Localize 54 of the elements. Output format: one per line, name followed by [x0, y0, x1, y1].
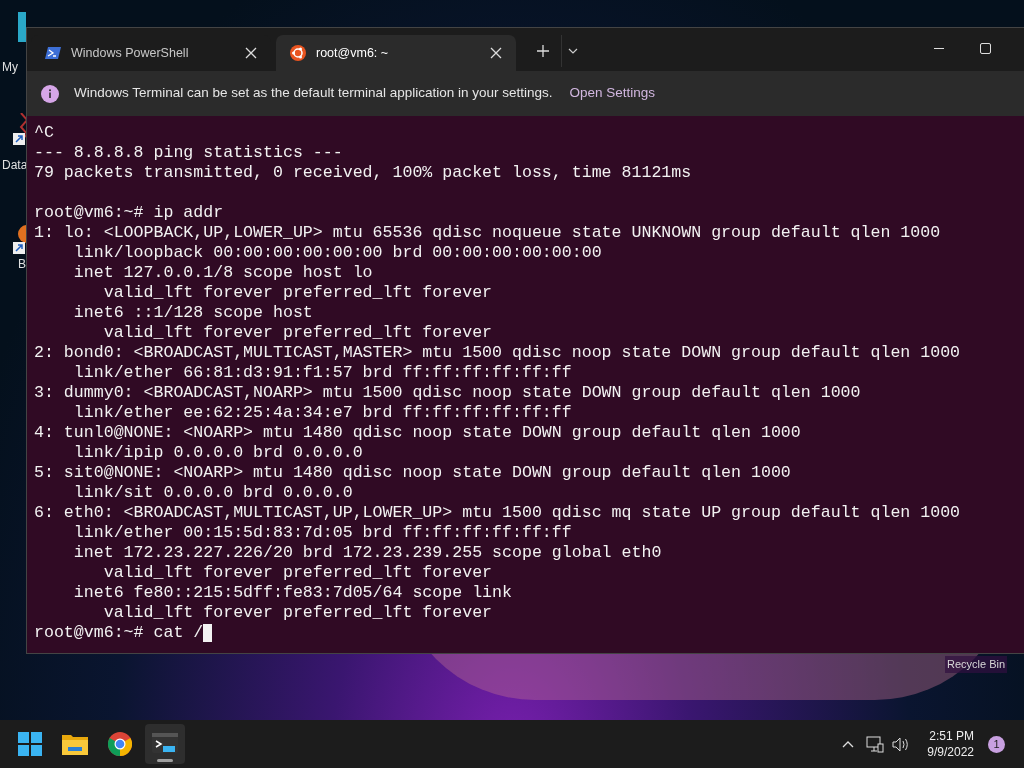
terminal-line: valid_lft forever preferred_lft forever — [102, 563, 493, 583]
terminal-line: link/ether 66:81:d3:91:f1:57 brd ff:ff:ff:ff:ff:ff — [72, 363, 572, 383]
maximize-icon — [979, 42, 991, 54]
info-icon — [41, 84, 59, 103]
tab-title: Windows PowerShell — [71, 44, 190, 62]
chevron-up-icon[interactable] — [842, 740, 855, 748]
terminal-line: 6: eth0: <BROADCAST,MULTICAST,UP,LOWER_UP> mtu 1500 qdisc mq state UP group default qlen 1000 — [34, 503, 961, 523]
terminal-line: valid_lft forever preferred_lft forever — [102, 323, 493, 343]
windows-logo-icon — [18, 732, 42, 756]
terminal-line: 2: bond0: <BROADCAST,MULTICAST,MASTER> mtu 1500 qdisc noop state DOWN group default qlen 1000 — [34, 343, 961, 363]
terminal-line: --- 8.8.8.8 ping statistics --- — [34, 143, 343, 163]
clock-date[interactable]: 9/9/2022 — [927, 744, 974, 760]
terminal-line: 3: dummy0: <BROADCAST,NOARP> mtu 1500 qdisc noop state DOWN group default qlen 1000 — [34, 383, 861, 403]
chevron-down-icon — [567, 48, 578, 54]
info-message: Windows Terminal can be set as the default terminal application in your settings. — [74, 84, 553, 103]
ubuntu-logo-icon — [290, 45, 306, 61]
terminal-line: inet 172.23.227.226/20 brd 172.23.239.255 scope global eth0 — [72, 543, 662, 563]
terminal-line: root@vm6:~# ip addr — [34, 203, 224, 223]
terminal-line: 5: sit0@NONE: <NOARP> mtu 1480 qdisc noop state DOWN group default qlen 1000 — [34, 463, 791, 483]
taskbar-app-button[interactable] — [145, 724, 185, 764]
terminal-line: 4: tunl0@NONE: <NOARP> mtu 1480 qdisc noop state DOWN group default qlen 1000 — [34, 423, 801, 443]
terminal-line: link/ether 00:15:5d:83:7d:05 brd ff:ff:ff:ff:ff:ff — [72, 523, 572, 543]
icon-label: Recycle Bin — [945, 656, 1008, 673]
terminal-line: link/sit 0.0.0.0 brd 0.0.0.0 — [72, 483, 353, 503]
terminal-line: link/ether ee:62:25:4a:34:e7 brd ff:ff:ff:ff:ff:ff — [72, 403, 572, 423]
powershell-icon — [45, 45, 61, 61]
terminal-line: link/ipip 0.0.0.0 brd 0.0.0.0 — [72, 443, 363, 463]
terminal-line: 79 packets transmitted, 0 received, 100% packet loss, time 81121ms — [34, 163, 692, 183]
folder-icon — [62, 733, 88, 755]
terminal-icon — [152, 733, 178, 755]
terminal-line: valid_lft forever preferred_lft forever — [102, 283, 493, 303]
close-icon[interactable] — [245, 47, 257, 59]
icon-label: Data — [2, 157, 28, 174]
terminal-line: inet 127.0.0.1/8 scope host lo — [72, 263, 373, 283]
terminal-input-line[interactable]: root@vm6:~# cat / — [34, 623, 204, 643]
terminal-line: link/loopback 00:00:00:00:00:00 brd 00:00:00:00:00:00 — [72, 243, 602, 263]
terminal-line: inet6 fe80::215:5dff:fe83:7d05/64 scope link — [72, 583, 512, 603]
terminal-line: valid_lft forever preferred_lft forever — [102, 603, 493, 623]
plus-icon — [537, 45, 549, 57]
icon-label: B — [18, 256, 26, 273]
minimize-icon — [934, 47, 944, 49]
open-settings-link[interactable]: Open Settings — [569, 83, 656, 104]
chrome-icon — [108, 732, 132, 756]
tab[interactable]: root@vm6: ~ — [276, 35, 516, 71]
clock-time[interactable]: 2:51 PM — [929, 728, 974, 744]
terminal-line: 1: lo: <LOOPBACK,UP,LOWER_UP> mtu 65536 qdisc noqueue state UNKNOWN group default qlen 1000 — [34, 223, 941, 243]
icon-label: My — [2, 59, 18, 76]
notification-badge[interactable]: 1 — [988, 735, 1005, 753]
network-icon[interactable] — [866, 735, 885, 753]
volume-icon[interactable] — [892, 736, 910, 752]
close-icon[interactable] — [490, 47, 502, 59]
terminal-line: inet6 ::1/128 scope host — [72, 303, 313, 323]
tab-title: root@vm6: ~ — [316, 44, 390, 62]
terminal-line: ^C — [34, 123, 54, 143]
